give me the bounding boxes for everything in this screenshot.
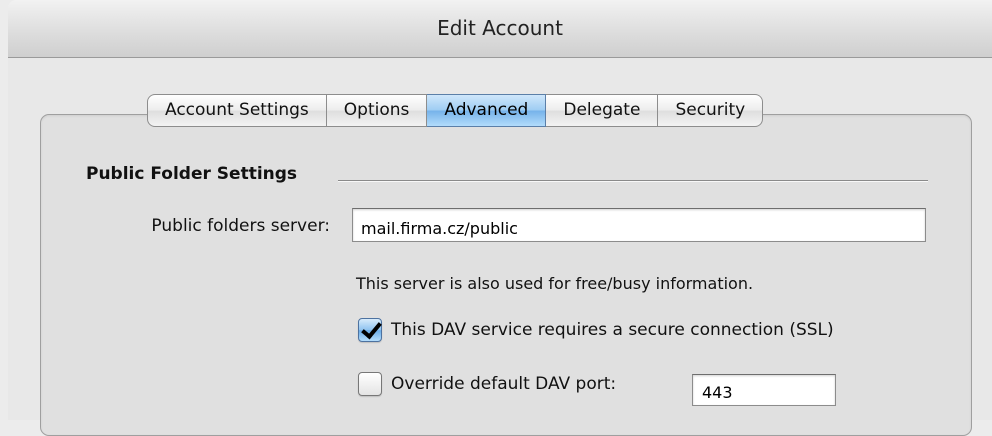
override-port-label[interactable]: Override default DAV port: xyxy=(391,374,616,394)
ssl-checkbox[interactable] xyxy=(358,318,382,342)
tab-delegate[interactable]: Delegate xyxy=(546,94,659,127)
tab-options[interactable]: Options xyxy=(326,94,428,127)
section-title-public-folder: Public Folder Settings xyxy=(86,164,298,184)
override-port-row[interactable]: Override default DAV port: xyxy=(358,372,616,396)
ssl-checkbox-label[interactable]: This DAV service requires a secure conne… xyxy=(391,320,834,340)
tab-account-settings[interactable]: Account Settings xyxy=(147,94,327,127)
section-divider xyxy=(338,180,928,182)
tab-advanced[interactable]: Advanced xyxy=(427,94,547,127)
window-titlebar[interactable]: Edit Account xyxy=(8,0,992,58)
dav-port-input[interactable] xyxy=(692,374,836,406)
window-title: Edit Account xyxy=(437,16,563,40)
ssl-option-row[interactable]: This DAV service requires a secure conne… xyxy=(358,318,834,342)
tab-bar: Account Settings Options Advanced Delega… xyxy=(147,94,764,127)
free-busy-note: This server is also used for free/busy i… xyxy=(356,274,754,293)
public-folders-server-input[interactable] xyxy=(352,208,926,242)
override-port-checkbox[interactable] xyxy=(358,372,382,396)
public-folders-server-label: Public folders server: xyxy=(151,216,330,236)
tab-security[interactable]: Security xyxy=(658,94,764,127)
